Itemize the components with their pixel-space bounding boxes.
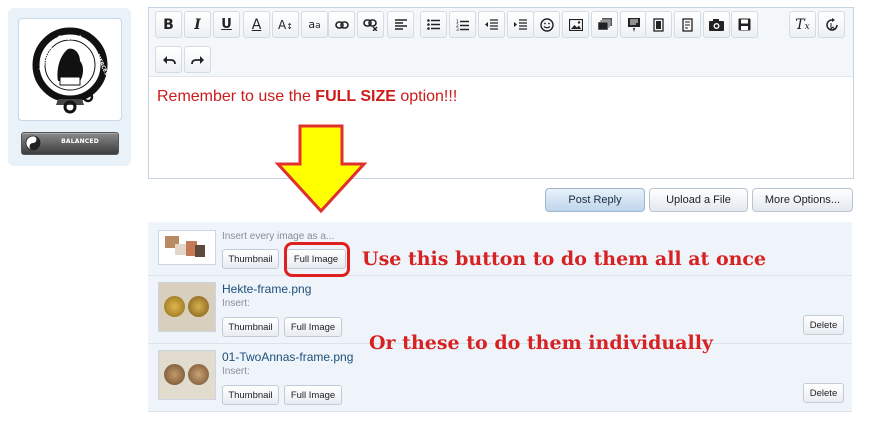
undo-button[interactable] (155, 46, 182, 73)
bold-button[interactable]: B (155, 11, 182, 38)
annotation-individually: Or these to do them individually (369, 332, 713, 354)
undo-icon (162, 55, 176, 64)
numbered-list-icon: 123 (456, 19, 469, 31)
attachment-row: 01-TwoAnnas-frame.png Insert: Thumbnail … (148, 344, 852, 412)
highlight-ring (284, 242, 350, 277)
unlink-button[interactable] (357, 11, 384, 38)
spoiler-icon (681, 17, 693, 32)
underline-icon: U (221, 17, 232, 32)
down-arrow-icon (275, 124, 367, 214)
underline-button[interactable]: U (213, 11, 240, 38)
link-button[interactable] (328, 11, 355, 38)
editor-text-after: option!!! (395, 88, 458, 105)
indent-button[interactable] (507, 11, 534, 38)
italic-button[interactable]: I (184, 11, 211, 38)
align-left-icon (394, 19, 407, 30)
camera-button[interactable] (703, 11, 730, 38)
attachment-thumbnail-button[interactable]: Thumbnail (222, 385, 279, 405)
save-draft-button[interactable] (731, 11, 758, 38)
font-size-button[interactable]: A↕ (272, 11, 299, 38)
attachment-delete-button[interactable]: Delete (803, 315, 844, 335)
user-title-badge: BALANCED (21, 132, 119, 155)
outdent-icon (485, 19, 498, 30)
attachment-delete-button[interactable]: Delete (803, 383, 844, 403)
attachment-thumbnail[interactable] (158, 350, 216, 400)
message-editor[interactable]: B I U A A↕ aa 123 Tx Remember to use the… (148, 7, 854, 179)
align-button[interactable] (387, 11, 414, 38)
attachment-full-image-button[interactable]: Full Image (284, 385, 342, 405)
indent-icon (514, 19, 527, 30)
quote-button[interactable] (645, 11, 672, 38)
smiley-icon (539, 17, 554, 32)
redo-button[interactable] (184, 46, 211, 73)
annotation-all-at-once: Use this button to do them all at once (362, 248, 767, 270)
font-family-button[interactable]: aa (301, 11, 328, 38)
user-info-panel: GLORIA VIRTUTIS MERCES BALANCED (8, 8, 131, 166)
more-options-button[interactable]: More Options... (752, 188, 853, 212)
save-icon (738, 18, 751, 31)
bullet-list-icon (427, 19, 440, 30)
numbered-list-button[interactable]: 123 (449, 11, 476, 38)
attachment-thumbnail[interactable] (158, 282, 216, 332)
switch-mode-icon (825, 17, 838, 31)
code-icon (627, 17, 640, 32)
editor-text-bold: FULL SIZE (315, 88, 396, 105)
post-reply-button[interactable]: Post Reply (545, 188, 645, 212)
media-button[interactable] (591, 11, 618, 38)
link-icon (334, 20, 349, 29)
font-size-icon: A↕ (278, 17, 293, 32)
attachment-full-image-button[interactable]: Full Image (284, 317, 342, 337)
avatar[interactable]: GLORIA VIRTUTIS MERCES (18, 18, 122, 121)
text-color-icon: A (251, 16, 262, 33)
editor-toolbar: B I U A A↕ aa 123 Tx (149, 8, 853, 77)
italic-icon: I (194, 16, 201, 33)
spoiler-button[interactable] (674, 11, 701, 38)
smilies-button[interactable] (533, 11, 560, 38)
camera-icon (709, 18, 724, 31)
attachment-insert-label: Insert: (222, 366, 250, 377)
attachment-filename[interactable]: 01-TwoAnnas-frame.png (222, 350, 353, 364)
bullet-list-button[interactable] (420, 11, 447, 38)
attachment-filename[interactable]: Hekte-frame.png (222, 282, 311, 296)
media-icon (597, 18, 612, 31)
remove-formatting-button[interactable]: Tx (789, 11, 816, 38)
badge-label: BALANCED (61, 138, 99, 145)
yin-yang-icon (25, 135, 41, 151)
outdent-button[interactable] (478, 11, 505, 38)
unlink-icon (363, 18, 378, 31)
upload-file-button[interactable]: Upload a File (649, 188, 748, 212)
bold-icon: B (163, 16, 174, 33)
switch-mode-button[interactable] (818, 11, 845, 38)
image-button[interactable] (562, 11, 589, 38)
crest-motto-top: GLORIA (57, 35, 82, 42)
bulk-thumbnail (158, 230, 216, 265)
redo-icon (190, 55, 204, 64)
code-button[interactable] (620, 11, 647, 38)
attachment-insert-label: Insert: (222, 298, 250, 309)
clan-crest-icon: GLORIA VIRTUTIS MERCES (32, 27, 109, 114)
insert-every-label: Insert every image as a... (222, 231, 335, 242)
editor-text-before: Remember to use the (157, 88, 316, 105)
insert-all-thumbnail-button[interactable]: Thumbnail (222, 249, 279, 269)
remove-formatting-icon: Tx (795, 16, 810, 33)
svg-text:3: 3 (456, 27, 459, 31)
font-family-icon: aa (308, 17, 321, 31)
image-icon (568, 18, 583, 31)
quote-icon (652, 17, 664, 32)
attachment-thumbnail-button[interactable]: Thumbnail (222, 317, 279, 337)
editor-content[interactable]: Remember to use the FULL SIZE option!!! (157, 88, 457, 106)
text-color-button[interactable]: A (243, 11, 270, 38)
